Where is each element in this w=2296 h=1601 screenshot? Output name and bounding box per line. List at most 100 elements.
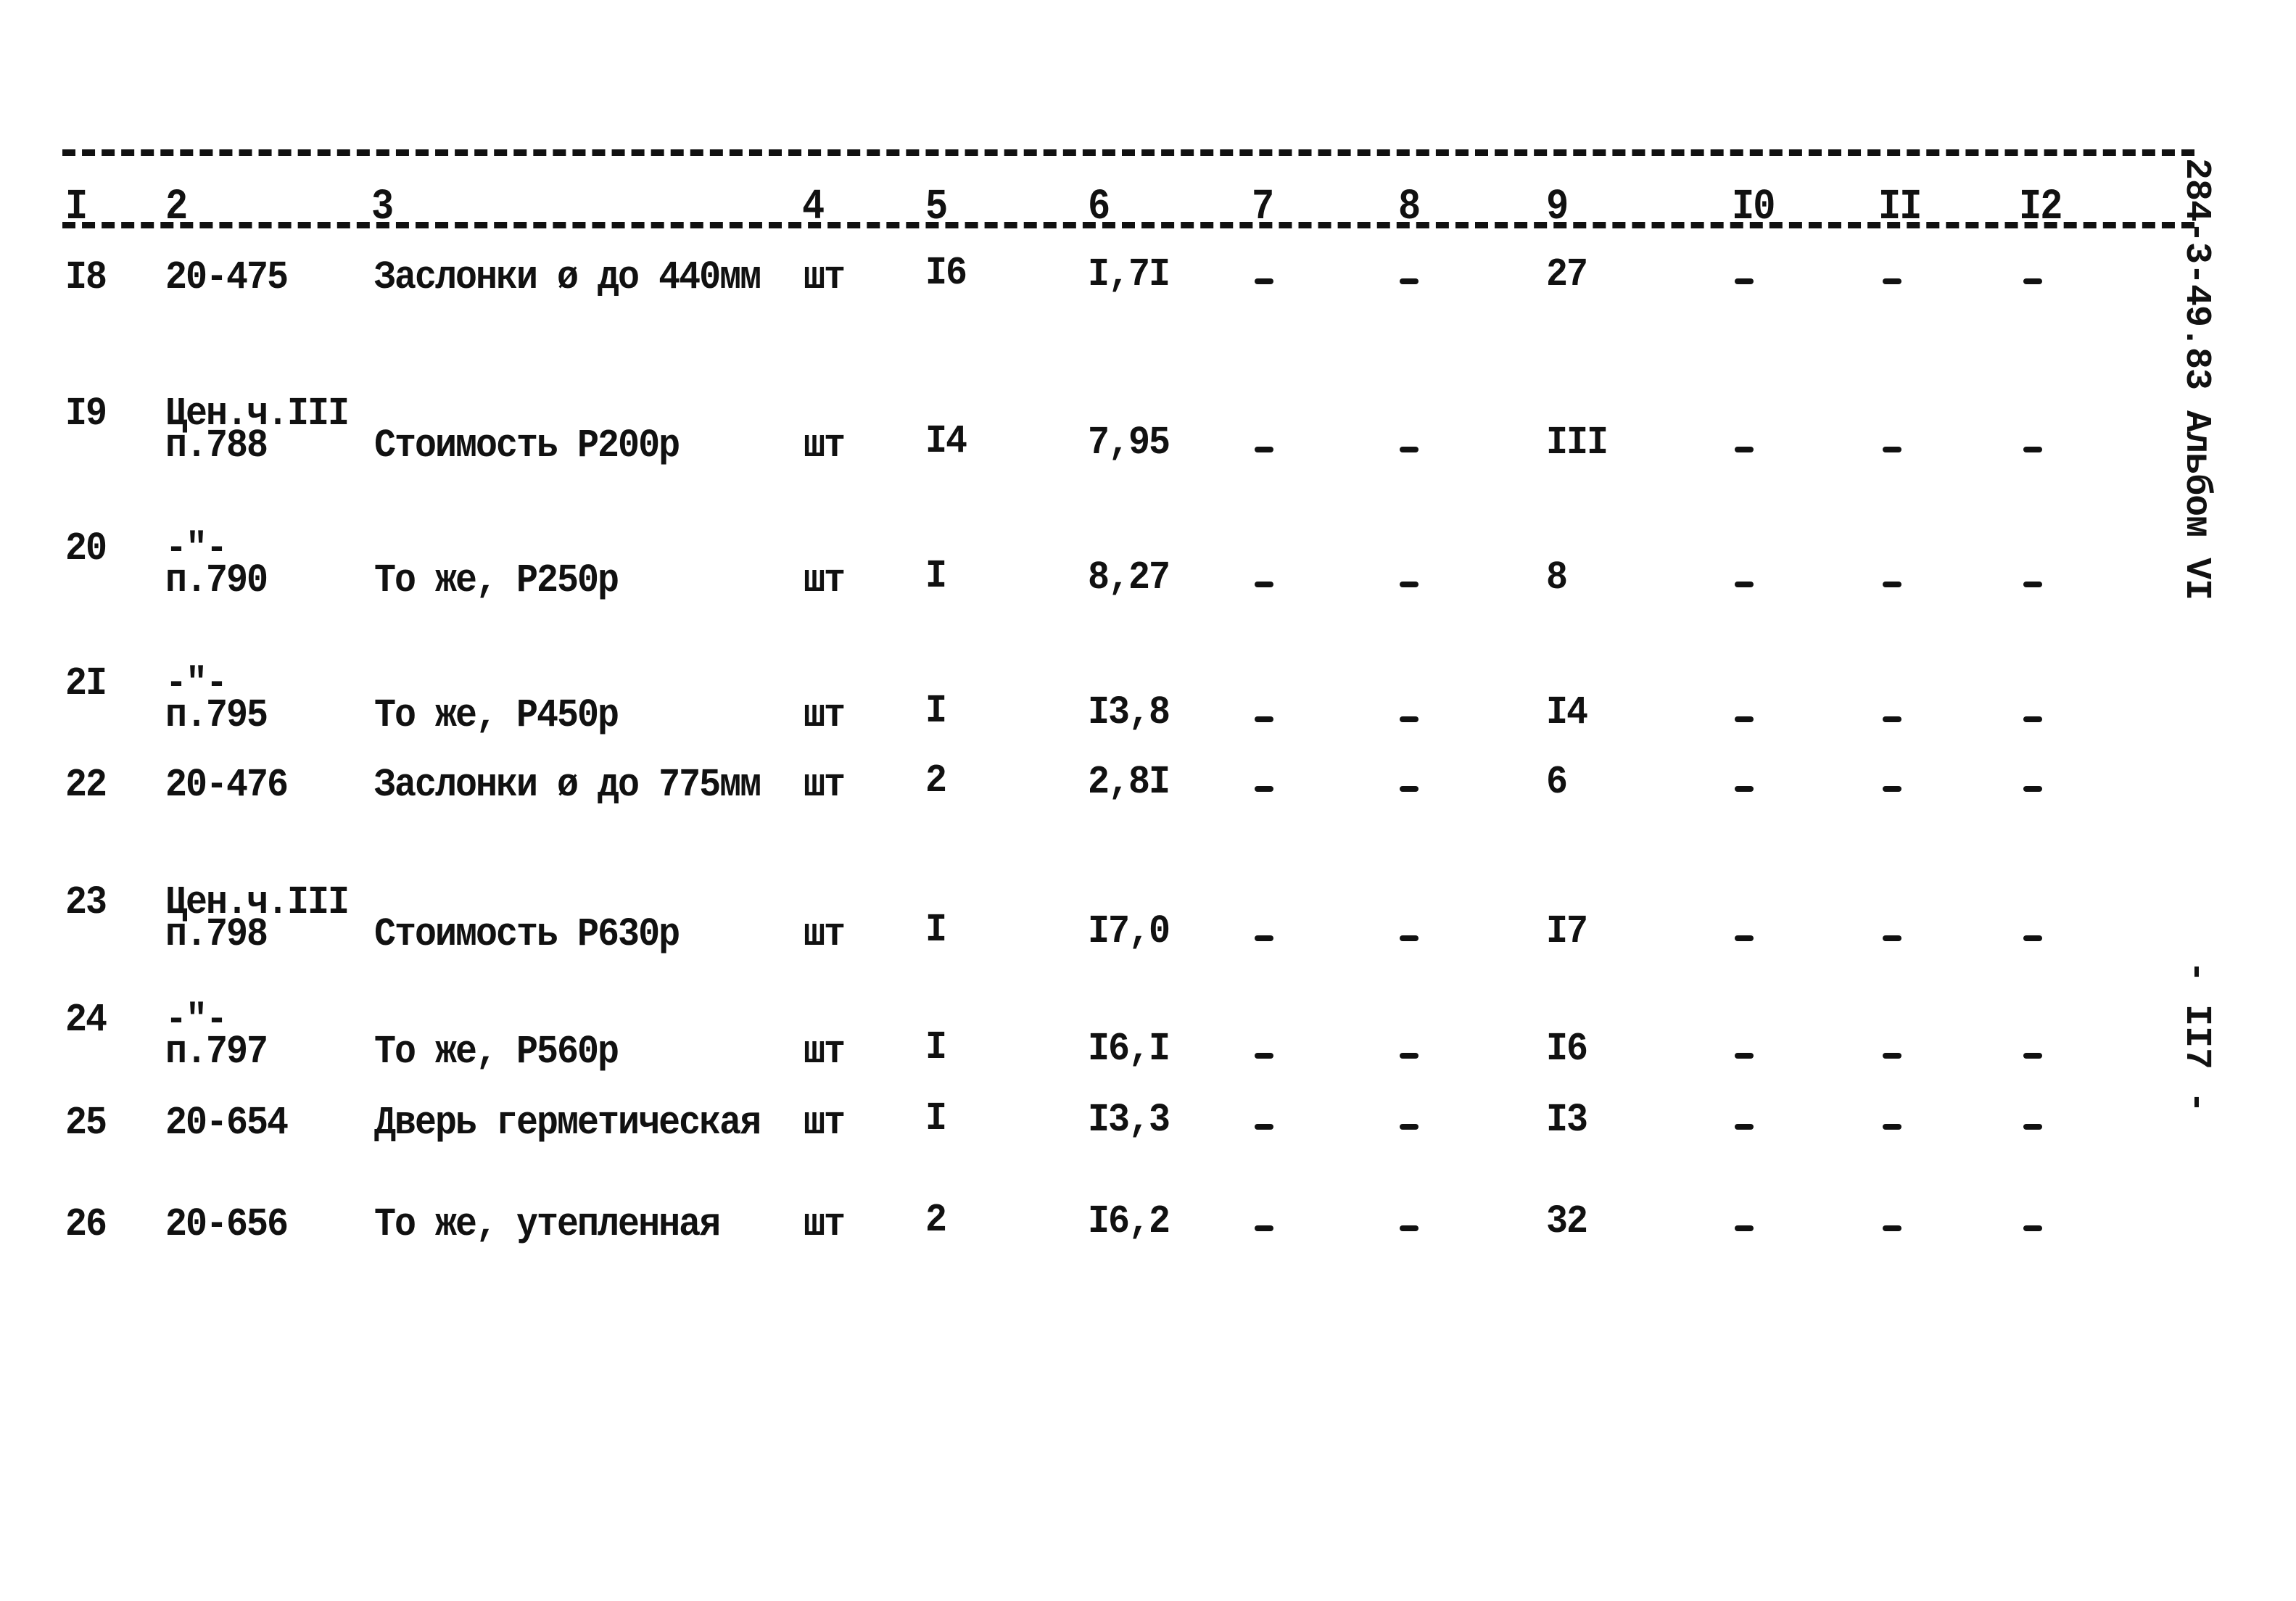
total-cost: 32 <box>1546 1199 1588 1245</box>
table-top-dashed-rule <box>62 149 2194 156</box>
empty-value-dash <box>1883 1225 1901 1231</box>
empty-value-dash <box>1255 1124 1273 1130</box>
unit-cost: 2,8I <box>1088 760 1170 806</box>
quantity: I6 <box>925 251 967 297</box>
unit: шт <box>804 558 846 604</box>
total-cost: 8 <box>1546 555 1568 601</box>
column-header: I0 <box>1732 182 1775 232</box>
empty-value-dash <box>1735 278 1754 284</box>
empty-value-dash <box>1883 278 1901 284</box>
empty-value-dash <box>1400 1225 1419 1231</box>
row-number: 24 <box>65 998 107 1043</box>
item-name: То же, утепленная <box>374 1202 721 1248</box>
unit-cost: I3,8 <box>1088 690 1170 736</box>
total-cost: I7 <box>1546 909 1588 955</box>
empty-value-dash <box>1883 582 1901 587</box>
item-name: Заслонки ø до 440мм <box>374 255 761 301</box>
empty-value-dash <box>2023 1053 2042 1059</box>
empty-value-dash <box>1735 582 1754 587</box>
unit: шт <box>804 423 846 469</box>
unit-cost: I3,3 <box>1088 1098 1170 1143</box>
row-number: 25 <box>65 1101 107 1146</box>
empty-value-dash <box>1400 786 1419 792</box>
row-number: 20 <box>65 526 107 572</box>
item-name: То же, Р250р <box>374 558 619 604</box>
column-header: 3 <box>371 182 394 232</box>
row-number: 22 <box>65 763 107 808</box>
item-code: п.790 <box>165 558 268 604</box>
unit: шт <box>804 912 846 958</box>
quantity: I <box>925 1096 947 1142</box>
empty-value-dash <box>1883 935 1901 941</box>
item-code: 20-654 <box>165 1101 289 1146</box>
empty-value-dash <box>1255 716 1273 722</box>
empty-value-dash <box>1735 447 1754 452</box>
empty-value-dash <box>2023 1225 2042 1231</box>
total-cost: I6 <box>1546 1027 1588 1072</box>
column-header: 4 <box>802 182 825 232</box>
item-code: 20-475 <box>165 255 289 301</box>
unit-cost: I6,2 <box>1088 1199 1170 1245</box>
empty-value-dash <box>1735 935 1754 941</box>
item-code: п.795 <box>165 693 268 739</box>
unit-cost: 7,95 <box>1088 421 1170 466</box>
empty-value-dash <box>1255 935 1273 941</box>
quantity: I <box>925 554 947 600</box>
unit: шт <box>804 1030 846 1075</box>
unit: шт <box>804 255 846 301</box>
empty-value-dash <box>1400 582 1419 587</box>
empty-value-dash <box>2023 935 2042 941</box>
unit: шт <box>804 1101 846 1146</box>
empty-value-dash <box>1883 786 1901 792</box>
empty-value-dash <box>1883 716 1901 722</box>
total-cost: 6 <box>1546 760 1568 806</box>
empty-value-dash <box>1883 1124 1901 1130</box>
empty-value-dash <box>1400 278 1419 284</box>
empty-value-dash <box>1883 447 1901 452</box>
item-name: То же, Р450р <box>374 693 619 739</box>
empty-value-dash <box>2023 1124 2042 1130</box>
total-cost: III <box>1546 421 1609 466</box>
item-code: 20-656 <box>165 1202 289 1248</box>
row-number: I8 <box>65 255 107 301</box>
empty-value-dash <box>1735 1225 1754 1231</box>
empty-value-dash <box>2023 278 2042 284</box>
empty-value-dash <box>1255 278 1273 284</box>
column-header: I <box>65 182 88 232</box>
quantity: 2 <box>925 758 947 804</box>
total-cost: 27 <box>1546 252 1588 298</box>
empty-value-dash <box>1400 935 1419 941</box>
empty-value-dash <box>2023 582 2042 587</box>
empty-value-dash <box>1735 1053 1754 1059</box>
unit-cost: I7,0 <box>1088 909 1170 955</box>
quantity: 2 <box>925 1198 947 1244</box>
unit: шт <box>804 1202 846 1248</box>
column-header: I2 <box>2019 182 2062 232</box>
column-header: II <box>1878 182 1922 232</box>
page-number: - II7 - <box>2176 961 2217 1114</box>
document-page: I 2 3 4 5 6 7 8 9 I0 II I2 I8 20-475 Засло… <box>0 0 2296 1601</box>
total-cost: I4 <box>1546 690 1588 736</box>
column-header: 2 <box>165 182 188 232</box>
empty-value-dash <box>1255 447 1273 452</box>
item-name: То же, Р560р <box>374 1030 619 1075</box>
empty-value-dash <box>2023 716 2042 722</box>
empty-value-dash <box>1735 1124 1754 1130</box>
item-code: п.788 <box>165 423 268 469</box>
empty-value-dash <box>1735 786 1754 792</box>
unit: шт <box>804 763 846 808</box>
item-code: 20-476 <box>165 763 289 808</box>
unit-cost: I6,I <box>1088 1027 1170 1072</box>
item-code: п.797 <box>165 1030 268 1075</box>
empty-value-dash <box>1400 447 1419 452</box>
empty-value-dash <box>1735 716 1754 722</box>
item-name: Заслонки ø до 775мм <box>374 763 761 808</box>
column-header: 6 <box>1088 182 1110 232</box>
item-name: Стоимость Р630р <box>374 912 680 958</box>
empty-value-dash <box>2023 447 2042 452</box>
item-name: Стоимость Р200р <box>374 423 680 469</box>
document-code-side-label: 284-3-49.83 Альбом VI <box>2176 158 2217 600</box>
empty-value-dash <box>1255 582 1273 587</box>
column-header: 5 <box>925 182 948 232</box>
column-header: 8 <box>1398 182 1421 232</box>
